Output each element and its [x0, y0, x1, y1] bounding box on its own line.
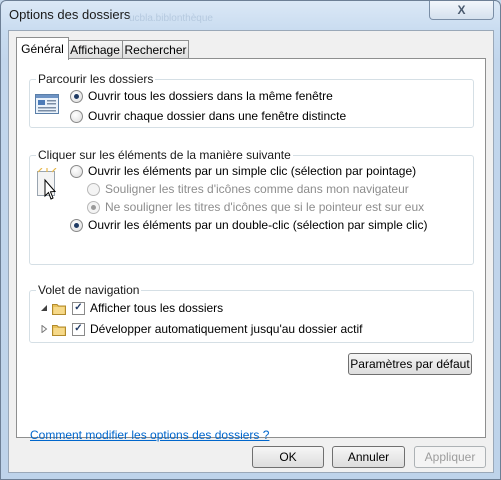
nav-show-all-folders-checkbox[interactable]: ✓ — [72, 301, 85, 315]
browse-folders-group: Parcourir les dossiers Ouvrir tous les d… — [29, 72, 474, 128]
tab-rechercher[interactable]: Rechercher — [122, 40, 189, 59]
folder-options-window: Options des dossiers ucbla.biblonthèque … — [0, 0, 501, 480]
apply-button: Appliquer — [414, 446, 486, 468]
radio-same-window-control[interactable] — [70, 89, 83, 103]
tab-rechercher-label: Rechercher — [124, 43, 187, 57]
same-window-icon — [35, 94, 59, 114]
radio-single-click-control[interactable] — [70, 164, 83, 178]
navigation-pane-legend: Volet de navigation — [36, 283, 142, 297]
tab-affichage-label: Affichage — [70, 43, 120, 57]
nav-auto-expand-checkbox[interactable]: ✓ — [72, 322, 85, 336]
restore-defaults-label: Paramètres par défaut — [350, 357, 470, 371]
radio-underline-browser-label: Souligner les titres d'icônes comme dans… — [105, 182, 409, 196]
nav-show-all-folders[interactable]: ✓ Afficher tous les dossiers — [40, 301, 223, 315]
radio-same-window[interactable]: Ouvrir tous les dossiers dans la même fe… — [70, 89, 333, 103]
nav-show-all-folders-label: Afficher tous les dossiers — [90, 301, 224, 315]
radio-underline-browser: Souligner les titres d'icônes comme dans… — [87, 182, 409, 196]
click-items-legend: Cliquer sur les éléments de la manière s… — [36, 148, 293, 162]
tab-general[interactable]: Général — [16, 37, 69, 60]
navigation-pane-group: Volet de navigation ✓ Afficher tous les … — [29, 283, 474, 343]
tree-expanded-icon — [41, 305, 47, 311]
radio-separate-window[interactable]: Ouvrir chaque dossier dans une fenêtre d… — [70, 109, 346, 123]
tree-collapsed-icon — [41, 325, 48, 333]
cancel-label: Annuler — [347, 450, 390, 464]
radio-underline-hover-control — [87, 200, 100, 214]
tab-general-label: Général — [21, 42, 64, 56]
radio-underline-browser-control — [87, 182, 100, 196]
tab-affichage[interactable]: Affichage — [67, 40, 123, 59]
restore-defaults-button[interactable]: Paramètres par défaut — [348, 353, 472, 375]
radio-separate-window-control[interactable] — [70, 109, 83, 123]
help-link[interactable]: Comment modifier les options des dossier… — [30, 428, 269, 442]
background-ghost-text: ucbla.biblonthèque — [129, 13, 213, 24]
radio-single-click[interactable]: Ouvrir les éléments par un simple clic (… — [70, 164, 416, 178]
radio-single-click-label: Ouvrir les éléments par un simple clic (… — [88, 164, 417, 178]
radio-double-click-label: Ouvrir les éléments par un double-clic (… — [88, 218, 428, 232]
radio-double-click-control[interactable] — [70, 218, 83, 232]
click-items-group: Cliquer sur les éléments de la manière s… — [29, 148, 474, 265]
radio-underline-hover: Ne souligner les titres d'icônes que si … — [87, 200, 424, 214]
browse-folders-legend: Parcourir les dossiers — [36, 72, 156, 86]
dialog-client-area: Général Affichage Rechercher Parcourir l… — [8, 30, 494, 473]
nav-auto-expand-label: Développer automatiquement jusqu'au doss… — [90, 322, 363, 336]
window-title: Options des dossiers — [9, 7, 131, 22]
radio-double-click[interactable]: Ouvrir les éléments par un double-clic (… — [70, 218, 427, 232]
close-icon: X — [457, 3, 466, 17]
apply-label: Appliquer — [424, 450, 476, 464]
pointer-click-icon — [37, 168, 57, 200]
folder-icon — [52, 303, 66, 315]
cancel-button[interactable]: Annuler — [332, 446, 405, 468]
ok-button[interactable]: OK — [252, 446, 324, 468]
radio-same-window-label: Ouvrir tous les dossiers dans la même fe… — [88, 89, 333, 103]
close-button[interactable]: X — [429, 1, 494, 20]
general-tab-panel: Parcourir les dossiers Ouvrir tous les d… — [16, 58, 486, 442]
ok-label: OK — [279, 450, 297, 464]
nav-auto-expand[interactable]: ✓ Développer automatiquement jusqu'au do… — [40, 322, 362, 336]
radio-separate-window-label: Ouvrir chaque dossier dans une fenêtre d… — [88, 109, 347, 123]
radio-underline-hover-label: Ne souligner les titres d'icônes que si … — [105, 200, 425, 214]
folder-icon — [52, 324, 66, 336]
